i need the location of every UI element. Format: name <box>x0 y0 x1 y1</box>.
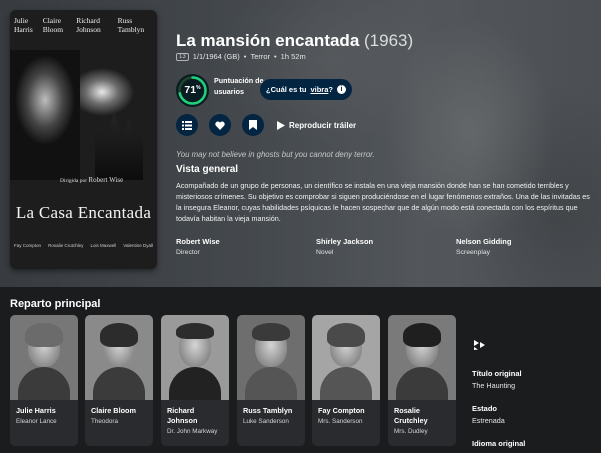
crew-role: Director <box>176 249 200 256</box>
cast-heading: Reparto principal <box>10 298 101 310</box>
tagline: You may not believe in ghosts but you ca… <box>176 150 375 159</box>
poster-title: La Casa Encantada <box>15 203 152 222</box>
crew-member: Shirley Jackson Novel <box>316 237 446 256</box>
cast-photo <box>161 315 229 400</box>
cast-photo <box>388 315 456 400</box>
cast-character: Theodora <box>91 418 118 425</box>
crew-name-link[interactable]: Nelson Gidding <box>456 237 586 246</box>
cast-name[interactable]: Fay Compton <box>312 400 380 416</box>
crew-name-link[interactable]: Shirley Jackson <box>316 237 446 246</box>
cast-name[interactable]: Claire Bloom <box>85 400 153 416</box>
cast-list: Julie Harris Eleanor Lance Claire Bloom … <box>10 315 460 446</box>
cast-name[interactable]: Julie Harris <box>10 400 78 416</box>
info-icon: i <box>336 85 346 94</box>
play-trailer-button[interactable]: Reproducir tráiler <box>277 120 356 130</box>
movie-facts: 13 1/1/1964 (GB) • Terror • 1h 52m <box>176 52 306 61</box>
movie-facts-sidebar: Título original The Haunting Estado Estr… <box>472 369 597 448</box>
cast-character: Eleanor Lance <box>16 418 57 425</box>
movie-hero: Julie Harris Claire Bloom Richard Johnso… <box>0 0 601 287</box>
cast-character: Luke Sanderson <box>243 418 289 425</box>
add-to-list-button[interactable] <box>176 114 198 136</box>
cast-character: Mrs. Sanderson <box>318 418 363 425</box>
play-icon <box>277 120 285 130</box>
cast-name[interactable]: Richard Johnson <box>161 400 229 426</box>
heart-icon <box>215 121 225 130</box>
cast-character: Mrs. Dudley <box>394 428 428 435</box>
poster-castle <box>95 110 143 180</box>
movie-poster[interactable]: Julie Harris Claire Bloom Richard Johnso… <box>10 10 157 269</box>
poster-director: Dirigida por Robert Wise <box>60 176 124 184</box>
cast-card[interactable]: Fay Compton Mrs. Sanderson <box>312 315 380 446</box>
cast-photo <box>10 315 78 400</box>
original-title-value: The Haunting <box>472 381 516 390</box>
language-label: Idioma original <box>472 439 526 448</box>
cast-card[interactable]: Richard Johnson Dr. John Markway <box>161 315 229 446</box>
crew-name-link[interactable]: Robert Wise <box>176 237 306 246</box>
cast-card[interactable]: Rosalie Crutchley Mrs. Dudley <box>388 315 456 446</box>
cast-name[interactable]: Russ Tamblyn <box>237 400 305 416</box>
poster-figure <box>10 50 80 180</box>
list-icon <box>182 120 192 130</box>
certification-badge: 13 <box>176 52 189 61</box>
poster-cast-names: Julie Harris Claire Bloom Richard Johnso… <box>14 16 145 34</box>
favorite-button[interactable] <box>209 114 231 136</box>
user-score-value: 71% <box>184 84 201 96</box>
cast-photo <box>85 315 153 400</box>
action-bar: Reproducir tráiler <box>176 114 356 136</box>
vibe-button[interactable]: ¿Cuál es tu vibra? i <box>260 79 352 100</box>
cast-card[interactable]: Julie Harris Eleanor Lance <box>10 315 78 446</box>
cast-photo <box>237 315 305 400</box>
cast-card[interactable]: Russ Tamblyn Luke Sanderson <box>237 315 305 446</box>
cast-card[interactable]: Claire Bloom Theodora <box>85 315 153 446</box>
status-value: Estrenada <box>472 416 505 425</box>
watchlist-button[interactable] <box>242 114 264 136</box>
crew-member: Robert Wise Director <box>176 237 306 256</box>
user-score-chart[interactable]: 71% <box>176 74 209 107</box>
crew-role: Screenplay <box>456 249 491 256</box>
poster-credits: Fay Compton Rosalie Crutchley Lois Maxwe… <box>14 243 153 248</box>
bookmark-icon <box>249 120 257 130</box>
crew-member: Nelson Gidding Screenplay <box>456 237 586 256</box>
cast-photo <box>312 315 380 400</box>
overview-text: Acompañado de un grupo de personas, un c… <box>176 181 590 223</box>
cast-name[interactable]: Rosalie Crutchley <box>388 400 456 426</box>
genre-link[interactable]: Terror <box>250 52 270 61</box>
crew-role: Novel <box>316 249 334 256</box>
runtime: 1h 52m <box>280 52 306 61</box>
status-label: Estado <box>472 404 498 413</box>
movie-year: (1963) <box>364 31 414 50</box>
movie-title: La mansión encantada (1963) <box>176 31 413 51</box>
release-date: 1/1/1964 (GB) <box>192 52 240 61</box>
overview-heading: Vista general <box>176 164 239 175</box>
justwatch-icon[interactable] <box>474 340 486 350</box>
original-title-label: Título original <box>472 369 522 378</box>
cast-character: Dr. John Markway <box>167 428 218 435</box>
movie-title-link[interactable]: La mansión encantada <box>176 31 359 50</box>
